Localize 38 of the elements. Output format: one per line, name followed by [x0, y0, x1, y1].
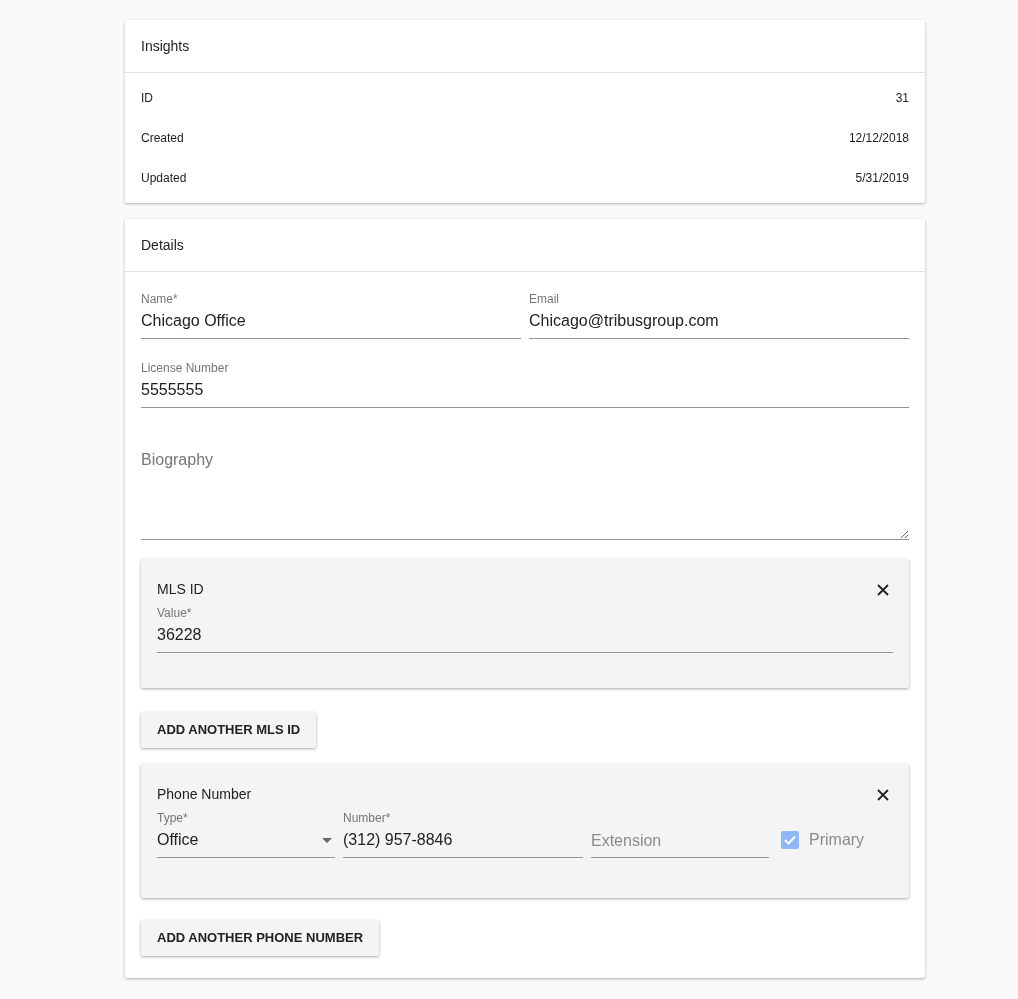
card-title: Insights — [141, 36, 190, 56]
card-title: Details — [141, 235, 184, 255]
insight-value: 31 — [895, 90, 909, 107]
primary-checkbox[interactable] — [781, 831, 799, 849]
add-phone-button[interactable]: ADD ANOTHER PHONE NUMBER — [141, 920, 380, 956]
text-field[interactable]: Name* Chicago Office — [141, 292, 521, 339]
field-input[interactable]: 5555555 — [141, 379, 909, 401]
panel-title: MLS ID — [157, 580, 204, 599]
insight-label: Created — [141, 130, 184, 147]
text-field[interactable]: Value* 36228 — [157, 606, 893, 653]
check-icon — [784, 835, 796, 845]
field-label: Value* — [157, 606, 193, 620]
text-field[interactable]: Number* (312) 957-8846 — [343, 811, 583, 858]
add-mls-button[interactable]: ADD ANOTHER MLS ID — [141, 712, 317, 748]
biography-field[interactable]: Biography — [141, 448, 909, 540]
field-input[interactable]: Chicago Office — [141, 310, 521, 332]
close-icon[interactable] — [877, 583, 889, 596]
field-label: Email — [529, 292, 560, 306]
insight-label: ID — [141, 90, 153, 107]
select-value: Office — [157, 830, 199, 850]
close-icon[interactable] — [877, 788, 889, 801]
field-input[interactable]: (312) 957-8846 — [343, 829, 583, 851]
insight-value: 12/12/2018 — [848, 130, 909, 147]
field-input[interactable]: Chicago@tribusgroup.com — [529, 310, 909, 332]
field-label: License Number — [141, 361, 230, 375]
panel-title: Phone Number — [157, 785, 252, 804]
checkbox-label: Primary — [809, 830, 865, 850]
field-label: Number* — [343, 811, 392, 825]
field-label: Name* — [141, 292, 179, 306]
dropdown-caret-icon — [322, 837, 332, 843]
field-label: Type* — [157, 811, 189, 825]
text-field[interactable]: Email Chicago@tribusgroup.com — [529, 292, 909, 339]
field-input[interactable]: 36228 — [157, 624, 893, 646]
text-field[interactable]: License Number 5555555 — [141, 361, 909, 408]
insight-label: Updated — [141, 170, 187, 187]
insight-value: 5/31/2019 — [855, 170, 909, 187]
type-select[interactable]: Type* Office — [157, 811, 335, 858]
extension-field[interactable]: Extension — [591, 830, 769, 858]
